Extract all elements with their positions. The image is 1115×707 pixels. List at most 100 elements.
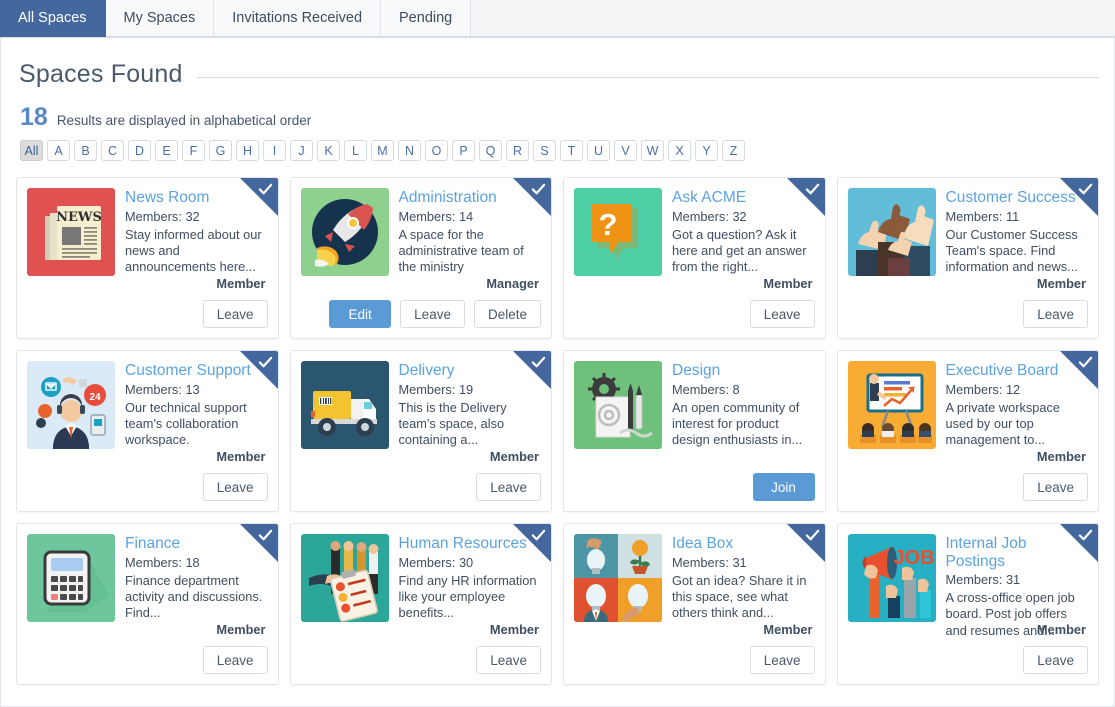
alpha-filter-o[interactable]: O (425, 140, 448, 161)
alpha-filter-h[interactable]: H (236, 140, 259, 161)
join-button[interactable]: Join (753, 473, 815, 501)
leave-button[interactable]: Leave (750, 646, 815, 674)
leave-button[interactable]: Leave (476, 473, 541, 501)
member-count: Members: 12 (946, 382, 1089, 397)
member-count: Members: 13 (125, 382, 268, 397)
space-card[interactable]: Idea BoxMembers: 31Got an idea? Share it… (563, 523, 826, 685)
space-card[interactable]: ?Ask ACMEMembers: 32Got a question? Ask … (563, 177, 826, 339)
space-name-link[interactable]: Customer Success (946, 189, 1089, 207)
newspaper-icon: NEWS (27, 188, 115, 276)
alpha-filter-l[interactable]: L (344, 140, 367, 161)
alpha-filter-k[interactable]: K (317, 140, 340, 161)
card-top: NEWSNews RoomMembers: 32Stay informed ab… (27, 188, 268, 276)
space-description: A private workspace used by our top mana… (946, 400, 1089, 449)
card-actions: Leave (476, 646, 541, 674)
alpha-filter-f[interactable]: F (182, 140, 205, 161)
thumbs-up-hands-icon (848, 188, 936, 276)
results-count: 18 (20, 105, 48, 130)
role-label: Member (1037, 449, 1086, 464)
leave-button[interactable]: Leave (203, 473, 268, 501)
alpha-filter-v[interactable]: V (614, 140, 637, 161)
space-card[interactable]: NEWSNews RoomMembers: 32Stay informed ab… (16, 177, 279, 339)
alpha-filter-r[interactable]: R (506, 140, 529, 161)
leave-button[interactable]: Leave (750, 300, 815, 328)
alpha-filter-u[interactable]: U (587, 140, 610, 161)
leave-button[interactable]: Leave (1023, 300, 1088, 328)
space-name-link[interactable]: Design (672, 362, 815, 380)
edit-button[interactable]: Edit (329, 300, 391, 328)
alpha-filter-q[interactable]: Q (479, 140, 502, 161)
role-label: Member (763, 622, 812, 637)
member-count: Members: 32 (125, 209, 268, 224)
alpha-filter-y[interactable]: Y (695, 140, 718, 161)
space-card[interactable]: DeliveryMembers: 19This is the Delivery … (290, 350, 553, 512)
presentation-icon (848, 361, 936, 449)
alpha-filter-e[interactable]: E (155, 140, 178, 161)
card-top: FinanceMembers: 18Finance department act… (27, 534, 268, 622)
leave-button[interactable]: Leave (203, 300, 268, 328)
alpha-filter-all[interactable]: All (20, 140, 43, 161)
svg-text:NEWS: NEWS (56, 210, 102, 225)
alpha-filter-d[interactable]: D (128, 140, 151, 161)
space-description: Our technical support team's collaborati… (125, 400, 268, 449)
alpha-filter-w[interactable]: W (641, 140, 664, 161)
delete-button[interactable]: Delete (474, 300, 541, 328)
space-card[interactable]: Customer SuccessMembers: 11Our Customer … (837, 177, 1100, 339)
space-card[interactable]: 24Customer SupportMembers: 13Our technic… (16, 350, 279, 512)
leave-button[interactable]: Leave (1023, 646, 1088, 674)
tab-my-spaces[interactable]: My Spaces (106, 0, 215, 37)
alpha-filter-i[interactable]: I (263, 140, 286, 161)
alpha-filter-n[interactable]: N (398, 140, 421, 161)
member-count: Members: 11 (946, 209, 1089, 224)
tab-pending[interactable]: Pending (381, 0, 471, 37)
space-name-link[interactable]: Ask ACME (672, 189, 815, 207)
alpha-filter-t[interactable]: T (560, 140, 583, 161)
space-name-link[interactable]: Idea Box (672, 535, 815, 553)
card-info: Idea BoxMembers: 31Got an idea? Share it… (672, 534, 815, 622)
space-card[interactable]: FinanceMembers: 18Finance department act… (16, 523, 279, 685)
card-actions: Leave (1023, 300, 1088, 328)
space-name-link[interactable]: Customer Support (125, 362, 268, 380)
alpha-filter-m[interactable]: M (371, 140, 394, 161)
alpha-filter-b[interactable]: B (74, 140, 97, 161)
space-card[interactable]: Human ResourcesMembers: 30Find any HR in… (290, 523, 553, 685)
space-name-link[interactable]: News Room (125, 189, 268, 207)
space-name-link[interactable]: Human Resources (399, 535, 542, 553)
alpha-filter-c[interactable]: C (101, 140, 124, 161)
card-info: DesignMembers: 8An open community of int… (672, 361, 815, 449)
space-description: A space for the administrative team of t… (399, 227, 542, 276)
space-name-link[interactable]: Internal Job Postings (946, 535, 1089, 570)
alpha-filter-a[interactable]: A (47, 140, 70, 161)
space-name-link[interactable]: Executive Board (946, 362, 1089, 380)
tab-all-spaces[interactable]: All Spaces (0, 0, 106, 37)
space-card[interactable]: AdministrationMembers: 14A space for the… (290, 177, 553, 339)
title-row: Spaces Found (19, 60, 1099, 89)
leave-button[interactable]: Leave (476, 646, 541, 674)
space-card[interactable]: JOBInternal Job PostingsMembers: 31A cro… (837, 523, 1100, 685)
delivery-truck-icon (301, 361, 389, 449)
alpha-filter-j[interactable]: J (290, 140, 313, 161)
leave-button[interactable]: Leave (400, 300, 465, 328)
alpha-filter-s[interactable]: S (533, 140, 556, 161)
alpha-filter-g[interactable]: G (209, 140, 232, 161)
member-count: Members: 18 (125, 555, 268, 570)
leave-button[interactable]: Leave (1023, 473, 1088, 501)
space-name-link[interactable]: Finance (125, 535, 268, 553)
tab-invitations-received[interactable]: Invitations Received (214, 0, 381, 37)
member-count: Members: 31 (946, 572, 1089, 587)
alpha-filter-p[interactable]: P (452, 140, 475, 161)
space-card[interactable]: Executive Board Members: 12 A private work… (837, 350, 1100, 512)
space-card[interactable]: DesignMembers: 8An open community of int… (563, 350, 826, 512)
spaces-panel: Spaces Found 18 Results are displayed in… (0, 38, 1115, 707)
alpha-filter-z[interactable]: Z (722, 140, 745, 161)
card-actions: Leave (1023, 646, 1088, 674)
card-top: Idea BoxMembers: 31Got an idea? Share it… (574, 534, 815, 622)
card-info: DeliveryMembers: 19This is the Delivery … (399, 361, 542, 449)
space-name-link[interactable]: Delivery (399, 362, 542, 380)
svg-text:JOB: JOB (893, 547, 934, 569)
alpha-filter-x[interactable]: X (668, 140, 691, 161)
role-label: Member (216, 276, 265, 291)
leave-button[interactable]: Leave (203, 646, 268, 674)
member-count: Members: 31 (672, 555, 815, 570)
space-name-link[interactable]: Administration (399, 189, 542, 207)
